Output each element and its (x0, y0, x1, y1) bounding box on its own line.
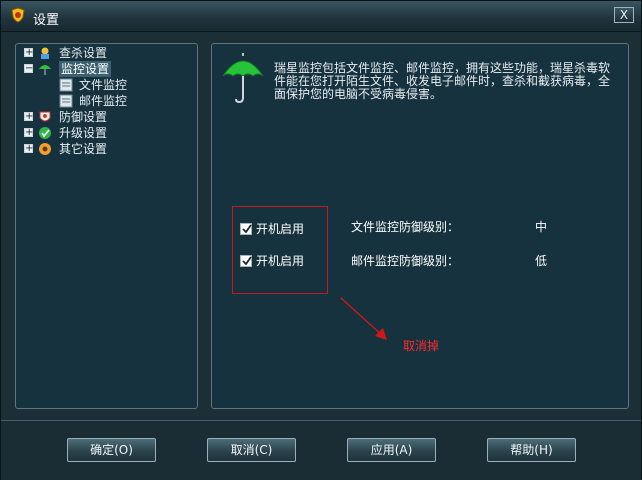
close-button[interactable]: X (614, 7, 634, 23)
app-shield-icon (11, 7, 25, 23)
cancel-button[interactable]: 取消(C) (207, 438, 296, 462)
scan-settings-icon (41, 47, 49, 59)
umbrella-icon (39, 65, 51, 75)
upgrade-icon (39, 127, 51, 139)
settings-window: 设置 X + 查杀设置 − 监控设置 文件监控 邮件监控 + 防御设置 + 升级… (0, 0, 642, 480)
annotation-text: 取消掉 (403, 339, 440, 353)
umbrella-icon (222, 53, 264, 104)
expand-icon[interactable]: + (24, 48, 33, 58)
title-bar[interactable]: 设置 X (1, 1, 641, 32)
defense-icon (39, 111, 51, 122)
file-monitor-icon (59, 78, 73, 92)
tree-item-label: 其它设置 (59, 142, 108, 156)
checkbox[interactable] (240, 255, 252, 267)
file-monitor-level-value[interactable]: 中 (535, 219, 547, 235)
checkbox-label: 开机启用 (256, 222, 305, 236)
annotation-arrow-icon (340, 297, 387, 340)
apply-button[interactable]: 应用(A) (347, 438, 436, 462)
checkmark-icon (242, 256, 252, 266)
tree-item-label: 防御设置 (59, 110, 108, 124)
highlight-box (232, 206, 328, 294)
window-title: 设置 (33, 13, 60, 28)
mail-monitor-autostart-checkbox[interactable]: 开机启用 (240, 253, 330, 269)
expand-icon[interactable]: + (24, 128, 33, 138)
tree-item-label: 邮件监控 (79, 94, 128, 108)
tree-item-label: 升级设置 (59, 126, 108, 140)
tree-item-label: 监控设置 (59, 61, 112, 77)
help-button[interactable]: 帮助(H) (487, 438, 576, 462)
other-settings-icon (39, 143, 51, 155)
tree-item-label: 文件监控 (79, 78, 128, 92)
monitor-description: 瑞星监控包括文件监控、邮件监控，拥有这些功能，瑞星杀毒软件能在您打开陌生文件、收… (274, 61, 611, 101)
mail-monitor-level-label: 邮件监控防御级别： (351, 254, 460, 268)
checkmark-icon (242, 224, 252, 234)
expand-icon[interactable]: + (24, 144, 33, 154)
mail-monitor-level-value[interactable]: 低 (535, 253, 547, 269)
collapse-icon[interactable]: − (24, 64, 33, 74)
file-monitor-autostart-checkbox[interactable]: 开机启用 (240, 221, 330, 237)
checkbox[interactable] (240, 223, 252, 235)
expand-icon[interactable]: + (24, 112, 33, 122)
ok-button[interactable]: 确定(O) (67, 438, 156, 462)
mail-monitor-icon (59, 94, 73, 108)
tree-item-label: 查杀设置 (59, 46, 108, 60)
checkbox-label: 开机启用 (256, 254, 305, 268)
file-monitor-level-label: 文件监控防御级别： (351, 220, 460, 234)
